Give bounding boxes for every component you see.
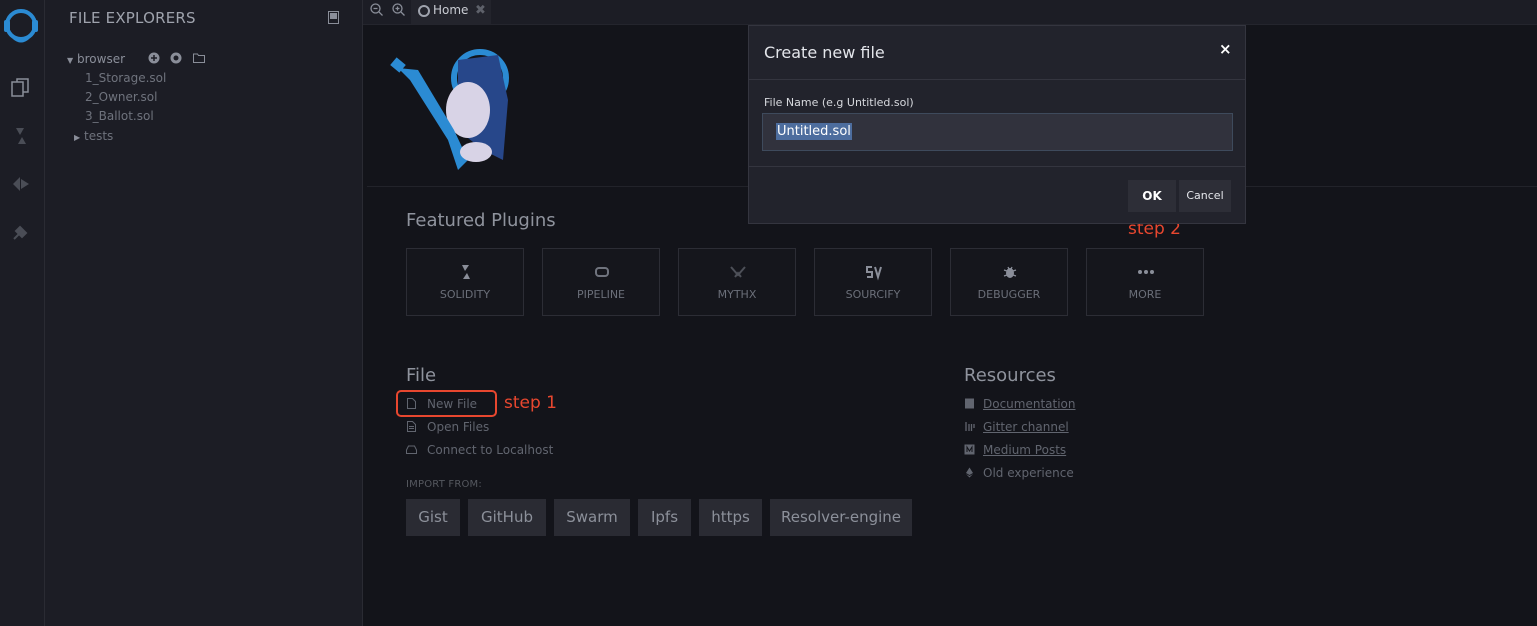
bug-icon [1003, 266, 1017, 278]
plugin-label: PIPELINE [576, 288, 625, 301]
featured-plugins-title: Featured Plugins [406, 210, 556, 231]
panel-title: FILE EXPLORERS [69, 9, 196, 27]
ok-button[interactable]: OK [1128, 180, 1176, 212]
tree-root-browser[interactable]: ▼ browser [67, 51, 125, 67]
plugin-mythx[interactable]: MYTHX [678, 248, 796, 316]
import-https-button[interactable]: https [699, 499, 762, 536]
mythx-icon [730, 266, 746, 278]
close-icon[interactable]: × [1219, 40, 1232, 58]
solidity-compiler-icon[interactable] [10, 125, 32, 147]
import-github-button[interactable]: GitHub [468, 499, 546, 536]
pipeline-icon [595, 267, 609, 277]
file-name-input[interactable]: Untitled.sol [762, 113, 1233, 151]
plugin-more[interactable]: MORE [1086, 248, 1204, 316]
plugin-label: SOLIDITY [439, 288, 491, 301]
tab-bar: Home ✖ [363, 0, 1537, 25]
plugin-label: SOURCIFY [845, 288, 901, 301]
modal-divider [749, 79, 1245, 80]
tree-file[interactable]: 2_Owner.sol [85, 89, 157, 105]
import-from-label: IMPORT FROM: [406, 479, 482, 490]
plugin-debugger[interactable]: DEBUGGER [950, 248, 1068, 316]
deploy-run-icon[interactable] [10, 173, 32, 195]
file-name-value: Untitled.sol [776, 123, 852, 140]
resources-title: Resources [964, 365, 1056, 386]
remix-mascot-image [390, 49, 509, 170]
more-dots-icon [1138, 270, 1154, 274]
close-tab-icon[interactable]: ✖ [475, 3, 486, 18]
connect-localhost-link[interactable]: Connect to Localhost [406, 443, 553, 457]
gitter-channel-link[interactable]: Gitter channel [964, 420, 1069, 434]
create-file-icon[interactable] [148, 52, 160, 64]
book-icon [965, 398, 974, 409]
medium-posts-link[interactable]: Medium Posts [964, 443, 1066, 457]
tab-label: Home [433, 3, 469, 17]
cancel-button[interactable]: Cancel [1179, 180, 1231, 212]
import-swarm-button[interactable]: Swarm [554, 499, 630, 536]
icon-panel [0, 0, 45, 626]
folder-open-icon[interactable] [193, 52, 205, 64]
plugin-manager-icon[interactable] [10, 221, 32, 243]
file-section-title: File [406, 365, 437, 386]
plugin-solidity[interactable]: SOLIDITY [406, 248, 524, 316]
file-explorer-icon[interactable] [10, 77, 32, 99]
old-experience-link[interactable]: Old experience [964, 466, 1074, 480]
documentation-link[interactable]: Documentation [964, 397, 1076, 411]
ethereum-icon [966, 467, 973, 478]
step1-annotation: step 1 [504, 393, 557, 413]
file-text-icon [407, 421, 416, 432]
medium-icon [964, 444, 975, 455]
plugin-label: MORE [1128, 288, 1162, 301]
hdd-icon [406, 445, 417, 454]
file-explorer-panel: FILE EXPLORERS ▼ browser 1_Storage.sol 2_… [45, 0, 363, 626]
remix-logo-icon[interactable] [2, 6, 40, 44]
plugin-label: MYTHX [717, 288, 757, 301]
modal-divider [749, 166, 1245, 167]
home-tab-icon [418, 5, 430, 17]
zoom-in-icon[interactable] [392, 3, 405, 16]
solidity-icon [462, 265, 470, 279]
open-files-link[interactable]: Open Files [406, 420, 489, 434]
tree-file[interactable]: 1_Storage.sol [85, 70, 166, 86]
plugin-pipeline[interactable]: PIPELINE [542, 248, 660, 316]
sourcify-icon [866, 266, 882, 281]
tree-file[interactable]: 3_Ballot.sol [85, 108, 154, 124]
caret-down-icon: ▼ [67, 56, 74, 65]
github-icon[interactable] [170, 52, 182, 64]
tree-folder-tests[interactable]: ▶ tests [74, 128, 113, 144]
create-file-modal: Create new file × File Name (e.g Untitle… [748, 25, 1246, 224]
modal-title: Create new file [764, 43, 885, 62]
caret-right-icon: ▶ [74, 133, 81, 142]
tab-home[interactable]: Home ✖ [411, 0, 491, 24]
step1-highlight-box [396, 390, 497, 417]
zoom-out-icon[interactable] [370, 3, 383, 16]
book-icon[interactable] [328, 11, 339, 24]
file-name-label: File Name (e.g Untitled.sol) [764, 96, 914, 109]
gitter-icon [965, 422, 975, 431]
plugin-sourcify[interactable]: SOURCIFY [814, 248, 932, 316]
import-resolver-engine-button[interactable]: Resolver-engine [770, 499, 912, 536]
import-gist-button[interactable]: Gist [406, 499, 460, 536]
import-ipfs-button[interactable]: Ipfs [638, 499, 691, 536]
plugin-label: DEBUGGER [977, 288, 1041, 301]
